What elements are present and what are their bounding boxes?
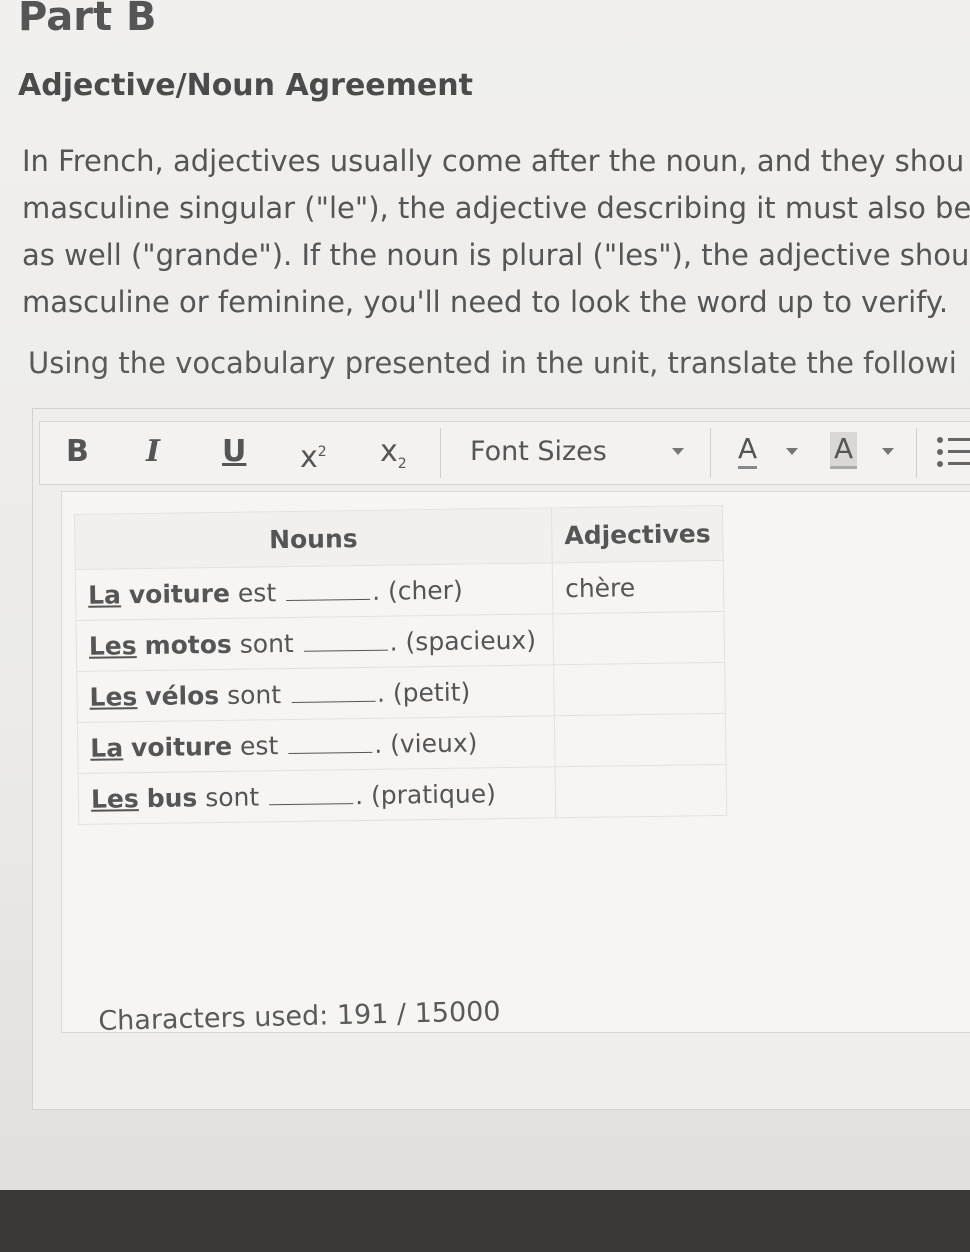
superscript-mark: 2 [317, 444, 327, 460]
chevron-down-icon[interactable] [882, 448, 894, 455]
answer-blank [291, 700, 376, 703]
character-counter: Characters used: 191 / 15000 [98, 996, 501, 1037]
subscript-button[interactable]: x2 [380, 432, 407, 472]
bold-button[interactable]: B [66, 432, 89, 472]
assignment-page: Part B Adjective/Noun Agreement In Frenc… [0, 0, 970, 1190]
screen-bottom-edge [0, 1190, 970, 1252]
chevron-down-icon[interactable] [672, 448, 684, 455]
answer-blank [288, 751, 373, 754]
article: Les [88, 630, 137, 661]
hint: . (cher) [371, 575, 463, 606]
adjective-cell[interactable] [554, 713, 727, 767]
noun-cell[interactable]: Les vélos sont . (petit) [76, 664, 555, 723]
article: Les [89, 681, 138, 712]
adjective-cell[interactable]: chère [552, 560, 725, 614]
italic-button[interactable]: I [146, 432, 160, 472]
editor-content-area[interactable]: Nouns Adjectives La voiture est . (cher)… [61, 491, 970, 1037]
verb: est [237, 577, 277, 608]
verb: sont [239, 628, 294, 659]
instruction-paragraph: In French, adjectives usually come after… [22, 138, 970, 326]
adjective-cell[interactable] [555, 764, 728, 818]
superscript-button[interactable]: x2 [300, 432, 327, 475]
noun-cell[interactable]: La voiture est . (vieux) [77, 715, 556, 774]
verb: sont [226, 679, 282, 710]
noun: vélos [145, 680, 220, 711]
part-title: Part B [18, 0, 157, 40]
subscript-mark: 2 [397, 456, 407, 472]
table-header-row: Nouns Adjectives [74, 505, 724, 570]
noun-adjective-table: Nouns Adjectives La voiture est . (cher)… [74, 505, 728, 825]
paragraph-line: masculine or feminine, you'll need to lo… [22, 285, 949, 319]
noun: voiture [130, 731, 233, 762]
superscript-label: x [300, 440, 318, 475]
editor-toolbar: B I U x2 x2 Font Sizes A A [39, 421, 970, 485]
text-color-button[interactable]: A [738, 432, 758, 469]
nouns-header: Nouns [74, 507, 553, 570]
answer-blank [286, 598, 371, 601]
noun: bus [146, 782, 198, 813]
adjective-cell[interactable] [552, 611, 725, 665]
adjectives-header: Adjectives [551, 505, 724, 563]
rich-text-editor: B I U x2 x2 Font Sizes A A Nouns Adjecti… [32, 408, 970, 1110]
background-color-button[interactable]: A [830, 432, 858, 469]
subscript-label: x [380, 434, 398, 469]
bullet-list-icon[interactable] [936, 434, 970, 478]
translation-instruction: Using the vocabulary presented in the un… [28, 346, 957, 380]
hint: . (vieux) [374, 727, 478, 759]
table-row: Les vélos sont . (petit) [76, 662, 726, 723]
article: La [87, 579, 122, 610]
noun: motos [144, 629, 232, 660]
verb: est [239, 730, 279, 761]
verb: sont [205, 781, 260, 812]
table-row: La voiture est . (vieux) [77, 713, 727, 774]
chevron-down-icon[interactable] [786, 448, 798, 455]
noun-cell[interactable]: Les bus sont . (pratique) [78, 766, 556, 825]
noun: voiture [128, 578, 231, 609]
answer-blank [269, 802, 354, 805]
hint: . (pratique) [354, 778, 497, 810]
table-row: Les bus sont . (pratique) [78, 764, 728, 825]
section-title: Adjective/Noun Agreement [18, 68, 473, 103]
paragraph-line: masculine singular ("le"), the adjective… [22, 191, 970, 225]
hint: . (spacieux) [389, 625, 537, 657]
noun-cell[interactable]: La voiture est . (cher) [75, 562, 553, 621]
hint: . (petit) [376, 676, 471, 708]
adjective-cell[interactable] [553, 662, 726, 716]
table-row: Les motos sont . (spacieux) [75, 611, 725, 672]
underline-button[interactable]: U [222, 432, 246, 472]
noun-cell[interactable]: Les motos sont . (spacieux) [75, 613, 554, 672]
toolbar-divider [916, 428, 917, 478]
paragraph-line: In French, adjectives usually come after… [22, 144, 965, 178]
answer-blank [303, 649, 388, 652]
font-sizes-dropdown[interactable]: Font Sizes [470, 436, 607, 467]
toolbar-divider [440, 428, 441, 478]
article: Les [90, 783, 139, 814]
toolbar-divider [710, 428, 711, 478]
paragraph-line: as well ("grande"). If the noun is plura… [22, 238, 970, 272]
table-row: La voiture est . (cher) chère [75, 560, 725, 621]
article: La [90, 732, 124, 763]
